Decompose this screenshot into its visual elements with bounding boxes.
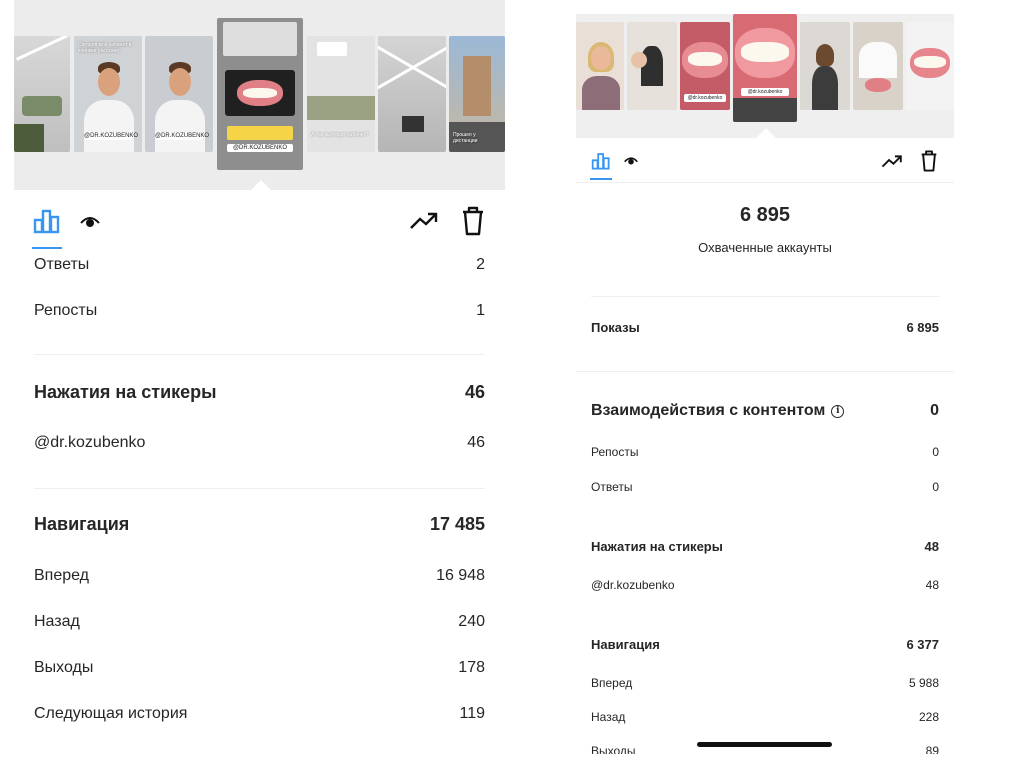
active-tab-indicator [32,247,62,249]
divider [34,354,485,355]
story-thumbnail-selected[interactable]: @DR.KOZUBENKO [217,18,303,170]
info-icon[interactable]: i [831,404,845,418]
row-label: Ответы [34,256,90,273]
row-label: Вперед [34,567,90,584]
row-label: Назад [34,613,80,630]
reposts-row: Репосты 1 [34,302,485,320]
row-label: Вперед [591,676,633,690]
eye-icon[interactable] [622,152,640,170]
interactions-header: Взаимодействия с контентом i 0 [591,402,939,420]
row-value: 1 [476,302,485,319]
section-value: 48 [924,539,939,554]
row-label: Выходы [34,659,94,676]
story-thumbnail[interactable]: Прошел у дистанции [449,36,505,152]
story-thumbnail[interactable]: @dr.kozubenko [680,22,730,110]
right-story-insights: @dr.kozubenko @dr.kozubenko 6 895 Охваче… [576,14,954,754]
home-indicator[interactable] [697,742,832,747]
back-row: Назад 240 [34,613,485,631]
row-value: 6 895 [906,320,939,335]
section-title: Навигация [591,637,660,652]
row-value: 16 948 [436,567,485,584]
sticker-taps-header: Нажатия на стикеры 46 [34,382,485,403]
story-thumbnail[interactable]: @DR.KOZUBENKO [145,36,213,152]
row-label: Следующая история [34,705,188,722]
eye-icon[interactable] [78,210,102,234]
story-thumbnail[interactable]: А так выглядит кабинет? [307,36,375,152]
row-label: @dr.kozubenko [34,434,146,451]
mention-sticker[interactable]: @dr.kozubenko [741,88,789,96]
section-value: 17 485 [429,514,485,534]
story-caption: Прошел у дистанции [453,132,478,144]
row-value: 2 [476,256,485,273]
row-value: 46 [467,434,485,451]
section-value: 46 [464,382,485,402]
row-value: 228 [918,710,939,724]
row-value: 0 [932,480,939,494]
section-value: 6 377 [906,637,939,652]
story-thumbnail[interactable] [378,36,446,152]
replies-row: Ответы 2 [34,256,485,274]
story-thumbnail[interactable] [576,22,624,110]
story-thumbnail[interactable]: Сегодня мой кабинет в клинике расскажу @… [74,36,142,152]
forward-row: Вперед 5 988 [591,676,939,690]
replies-row: Ответы 0 [591,480,939,494]
row-label: Показы [591,320,640,335]
mention-sticker[interactable]: @dr.kozubenko [684,94,726,102]
row-value: 0 [932,445,939,459]
divider [34,488,485,489]
row-label: Ответы [591,480,633,494]
row-value: 119 [459,705,485,722]
section-title: Нажатия на стикеры [34,382,217,402]
trash-icon[interactable] [458,204,488,238]
impressions-row: Показы 6 895 [591,320,939,335]
story-thumbnail[interactable] [627,22,677,110]
mention-sticker[interactable]: @DR.KOZUBENKO [155,132,209,140]
divider [576,182,954,183]
section-title: Нажатия на стикеры [591,539,723,554]
row-label: Назад [591,710,626,724]
navigation-header: Навигация 17 485 [34,514,485,535]
row-label: @dr.kozubenko [591,578,675,592]
forward-row: Вперед 16 948 [34,567,485,585]
mention-sticker[interactable]: @DR.KOZUBENKO [84,132,138,140]
exits-row: Выходы 178 [34,659,485,677]
back-row: Назад 228 [591,710,939,724]
navigation-header: Навигация 6 377 [591,637,939,652]
story-thumbnail[interactable] [853,22,903,110]
section-value: 0 [930,402,939,419]
divider [591,296,939,297]
active-tab-indicator [590,178,612,180]
row-value: 89 [925,744,939,754]
section-title: Навигация [34,514,130,534]
story-thumbnail[interactable] [14,36,70,152]
sticker-row[interactable]: @dr.kozubenko 48 [591,578,939,592]
trend-up-icon[interactable] [408,206,440,236]
row-value: 5 988 [908,676,939,690]
reach-label: Охваченные аккаунты [698,240,832,255]
story-thumbnail-selected[interactable]: @dr.kozubenko [733,14,797,122]
reposts-row: Репосты 0 [591,445,939,459]
bar-chart-icon[interactable] [32,206,62,236]
row-label: Репосты [591,445,639,459]
left-story-insights: Сегодня мой кабинет в клинике расскажу @… [14,0,505,768]
row-value: 48 [925,578,939,592]
row-label: Репосты [34,302,98,319]
divider [576,371,954,372]
story-thumbnail[interactable] [906,22,954,110]
story-caption: Сегодня мой кабинет в клинике расскажу [78,42,132,54]
reach-value: 6 895 [739,204,791,226]
row-value: 178 [458,659,485,676]
story-thumbnail[interactable] [800,22,850,110]
story-caption: А так выглядит кабинет? [311,132,369,138]
next-story-row: Следующая история 119 [34,705,485,723]
sticker-row[interactable]: @dr.kozubenko 46 [34,434,485,452]
trash-icon[interactable] [918,148,940,174]
mention-sticker[interactable]: @DR.KOZUBENKO [227,144,293,152]
bar-chart-icon[interactable] [590,150,612,172]
row-value: 240 [458,613,485,630]
row-label: Выходы [591,744,636,754]
trend-up-icon[interactable] [880,150,904,172]
sticker-taps-header: Нажатия на стикеры 48 [591,539,939,554]
section-title: Взаимодействия с контентом [591,402,826,419]
